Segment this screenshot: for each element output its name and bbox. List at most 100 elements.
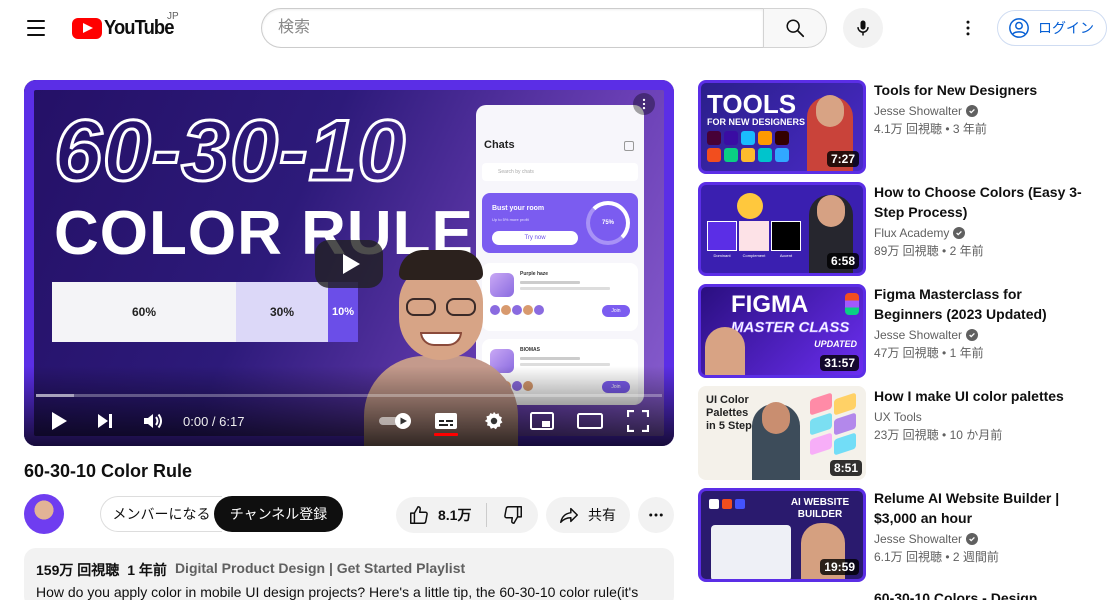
palette-swatch	[834, 392, 856, 416]
settings-menu-button[interactable]	[950, 10, 986, 46]
rec-age: 3 年前	[952, 122, 987, 136]
gear-icon	[484, 411, 503, 430]
like-button[interactable]: 8.1万	[396, 497, 486, 533]
menu-icon[interactable]	[16, 8, 56, 48]
verified-check-icon	[966, 329, 979, 341]
voice-search-button[interactable]	[843, 8, 883, 48]
channel-name: UX Tools	[874, 410, 922, 424]
phone-search: Search by chats	[482, 163, 638, 181]
search-input[interactable]	[261, 8, 763, 48]
thinking-emoji-icon	[737, 193, 763, 219]
time-display: 0:00 / 6:17	[183, 414, 245, 429]
rec-age: 2 年前	[949, 244, 984, 258]
miniplayer-button[interactable]	[528, 406, 556, 436]
theater-mode-button[interactable]	[576, 406, 604, 436]
app-badges	[709, 499, 745, 509]
theater-icon	[577, 413, 603, 429]
swatch-label: Dominant	[713, 253, 731, 258]
rec-views: 47万 回視聴	[874, 346, 939, 360]
captions-active-indicator	[434, 433, 458, 436]
edit-icon	[624, 141, 634, 151]
recommendation-thumbnail[interactable]: AI WEBSITE BUILDER 19:59	[698, 488, 866, 582]
player-more-button[interactable]	[633, 93, 655, 115]
next-icon	[98, 414, 112, 428]
recommendation-thumbnail[interactable]: UI Color Palettes in 5 Steps 8:51	[698, 386, 866, 480]
progress-bar[interactable]	[36, 394, 662, 397]
ratio-bar-30: 30%	[236, 282, 328, 342]
recommendation-item[interactable]: UI Color Palettes in 5 Steps 8:51 How I …	[698, 386, 1098, 480]
recommendation-info: How to Choose Colors (Easy 3-Step Proces…	[874, 182, 1094, 259]
recommendation-item[interactable]: FIGMA MASTER CLASS UPDATED 31:57 Figma M…	[698, 284, 1098, 378]
recommendation-title[interactable]: Relume AI Website Builder | $3,000 an ho…	[874, 488, 1094, 528]
channel-avatar[interactable]	[24, 494, 64, 534]
recommendation-channel[interactable]: Jesse Showalter	[874, 532, 1094, 546]
youtube-play-logo-icon	[72, 17, 102, 39]
recommendation-channel[interactable]: Jesse Showalter	[874, 104, 1094, 118]
description-meta: 159万 回視聴 1 年前 Digital Product Design | G…	[36, 560, 662, 580]
youtube-logo[interactable]: YouTube	[72, 16, 180, 40]
recommendation-meta: 23万 回視聴 • 10 か月前	[874, 428, 1003, 442]
rec-age: 10 か月前	[949, 428, 1003, 442]
dislike-button[interactable]	[487, 497, 538, 533]
recommendation-channel[interactable]: UX Tools	[874, 410, 1094, 424]
settings-button[interactable]	[480, 406, 508, 436]
recommendation-thumbnail[interactable]: Dominant Complement Accent 6:58	[698, 182, 866, 276]
play-button[interactable]	[46, 406, 72, 436]
mic-icon	[857, 20, 869, 36]
search-button[interactable]	[763, 8, 827, 48]
join-membership-button[interactable]: メンバーになる	[100, 496, 222, 532]
recommendation-title[interactable]: Tools for New Designers	[874, 80, 1094, 100]
palette-swatch	[834, 412, 856, 436]
recommendation-info: How I make UI color palettes UX Tools 23…	[874, 386, 1094, 443]
recommendation-title[interactable]: How to Choose Colors (Easy 3-Step Proces…	[874, 182, 1094, 222]
fullscreen-button[interactable]	[624, 406, 652, 436]
like-dislike-bar: 8.1万	[396, 497, 538, 533]
app-icon-grid	[707, 131, 789, 162]
subscribe-button[interactable]: チャンネル登録	[214, 496, 343, 532]
next-button[interactable]	[92, 406, 118, 436]
view-count: 159万 回視聴	[36, 562, 120, 578]
search-box	[261, 8, 827, 48]
phone-title: Chats	[484, 139, 515, 151]
signin-button[interactable]: ログイン	[997, 10, 1107, 46]
thumb-headline-number: 60-30-10	[52, 102, 407, 201]
thumb-subtitle: FOR NEW DESIGNERS	[707, 117, 806, 127]
search-icon	[786, 19, 805, 38]
promo-button: Try now	[492, 231, 578, 245]
recommendation-info: Tools for New Designers Jesse Showalter …	[874, 80, 1094, 137]
share-button[interactable]: 共有	[546, 497, 630, 533]
large-play-button[interactable]	[315, 240, 383, 288]
play-icon	[52, 412, 67, 430]
recommendation-item[interactable]: AI WEBSITE BUILDER 19:59 Relume AI Websi…	[698, 488, 1098, 582]
recommendation-item[interactable]: TOOLS FOR NEW DESIGNERS 7:27 Tools for N…	[698, 80, 1098, 174]
captions-icon	[435, 413, 457, 429]
description-tags[interactable]: Digital Product Design | Get Started Pla…	[175, 560, 465, 580]
signin-label: ログイン	[1038, 20, 1094, 36]
recommendation-item[interactable]: Dominant Complement Accent 6:58 How to C…	[698, 182, 1098, 276]
fullscreen-icon	[627, 410, 649, 432]
share-label: 共有	[588, 507, 616, 523]
recommendation-channel[interactable]: Jesse Showalter	[874, 328, 1094, 342]
recommendation-title[interactable]: Figma Masterclass for Beginners (2023 Up…	[874, 284, 1094, 324]
phone-promo-card: Bust your room Up to 5% more profit Try …	[482, 193, 638, 253]
thumb-subtitle: MASTER CLASS	[731, 319, 850, 337]
thumb-title: FIGMA	[731, 291, 809, 318]
recommendation-title[interactable]: How I make UI color palettes	[874, 386, 1094, 406]
more-actions-button[interactable]	[638, 497, 674, 533]
thumbs-up-icon	[410, 506, 428, 524]
autoplay-toggle[interactable]	[376, 406, 414, 436]
palette-swatch	[834, 432, 856, 456]
video-player[interactable]: 60-30-10 COLOR RULE 60% 30% 10% Chats Se…	[24, 80, 674, 446]
more-horiz-icon	[649, 513, 663, 517]
description-box[interactable]: 159万 回視聴 1 年前 Digital Product Design | G…	[24, 548, 674, 600]
duration-badge: 19:59	[820, 559, 859, 575]
color-swatch	[707, 221, 737, 251]
channel-name: Jesse Showalter	[874, 328, 963, 342]
recommendation-thumbnail[interactable]: FIGMA MASTER CLASS UPDATED 31:57	[698, 284, 866, 378]
recommendation-channel[interactable]: Flux Academy	[874, 226, 1094, 240]
mute-button[interactable]	[140, 406, 166, 436]
captions-button[interactable]	[432, 406, 460, 436]
recommendation-title[interactable]: 60-30-10 Colors - Design	[874, 590, 1037, 600]
thumb-subtitle-2: UPDATED	[814, 339, 857, 349]
recommendation-thumbnail[interactable]: TOOLS FOR NEW DESIGNERS 7:27	[698, 80, 866, 174]
